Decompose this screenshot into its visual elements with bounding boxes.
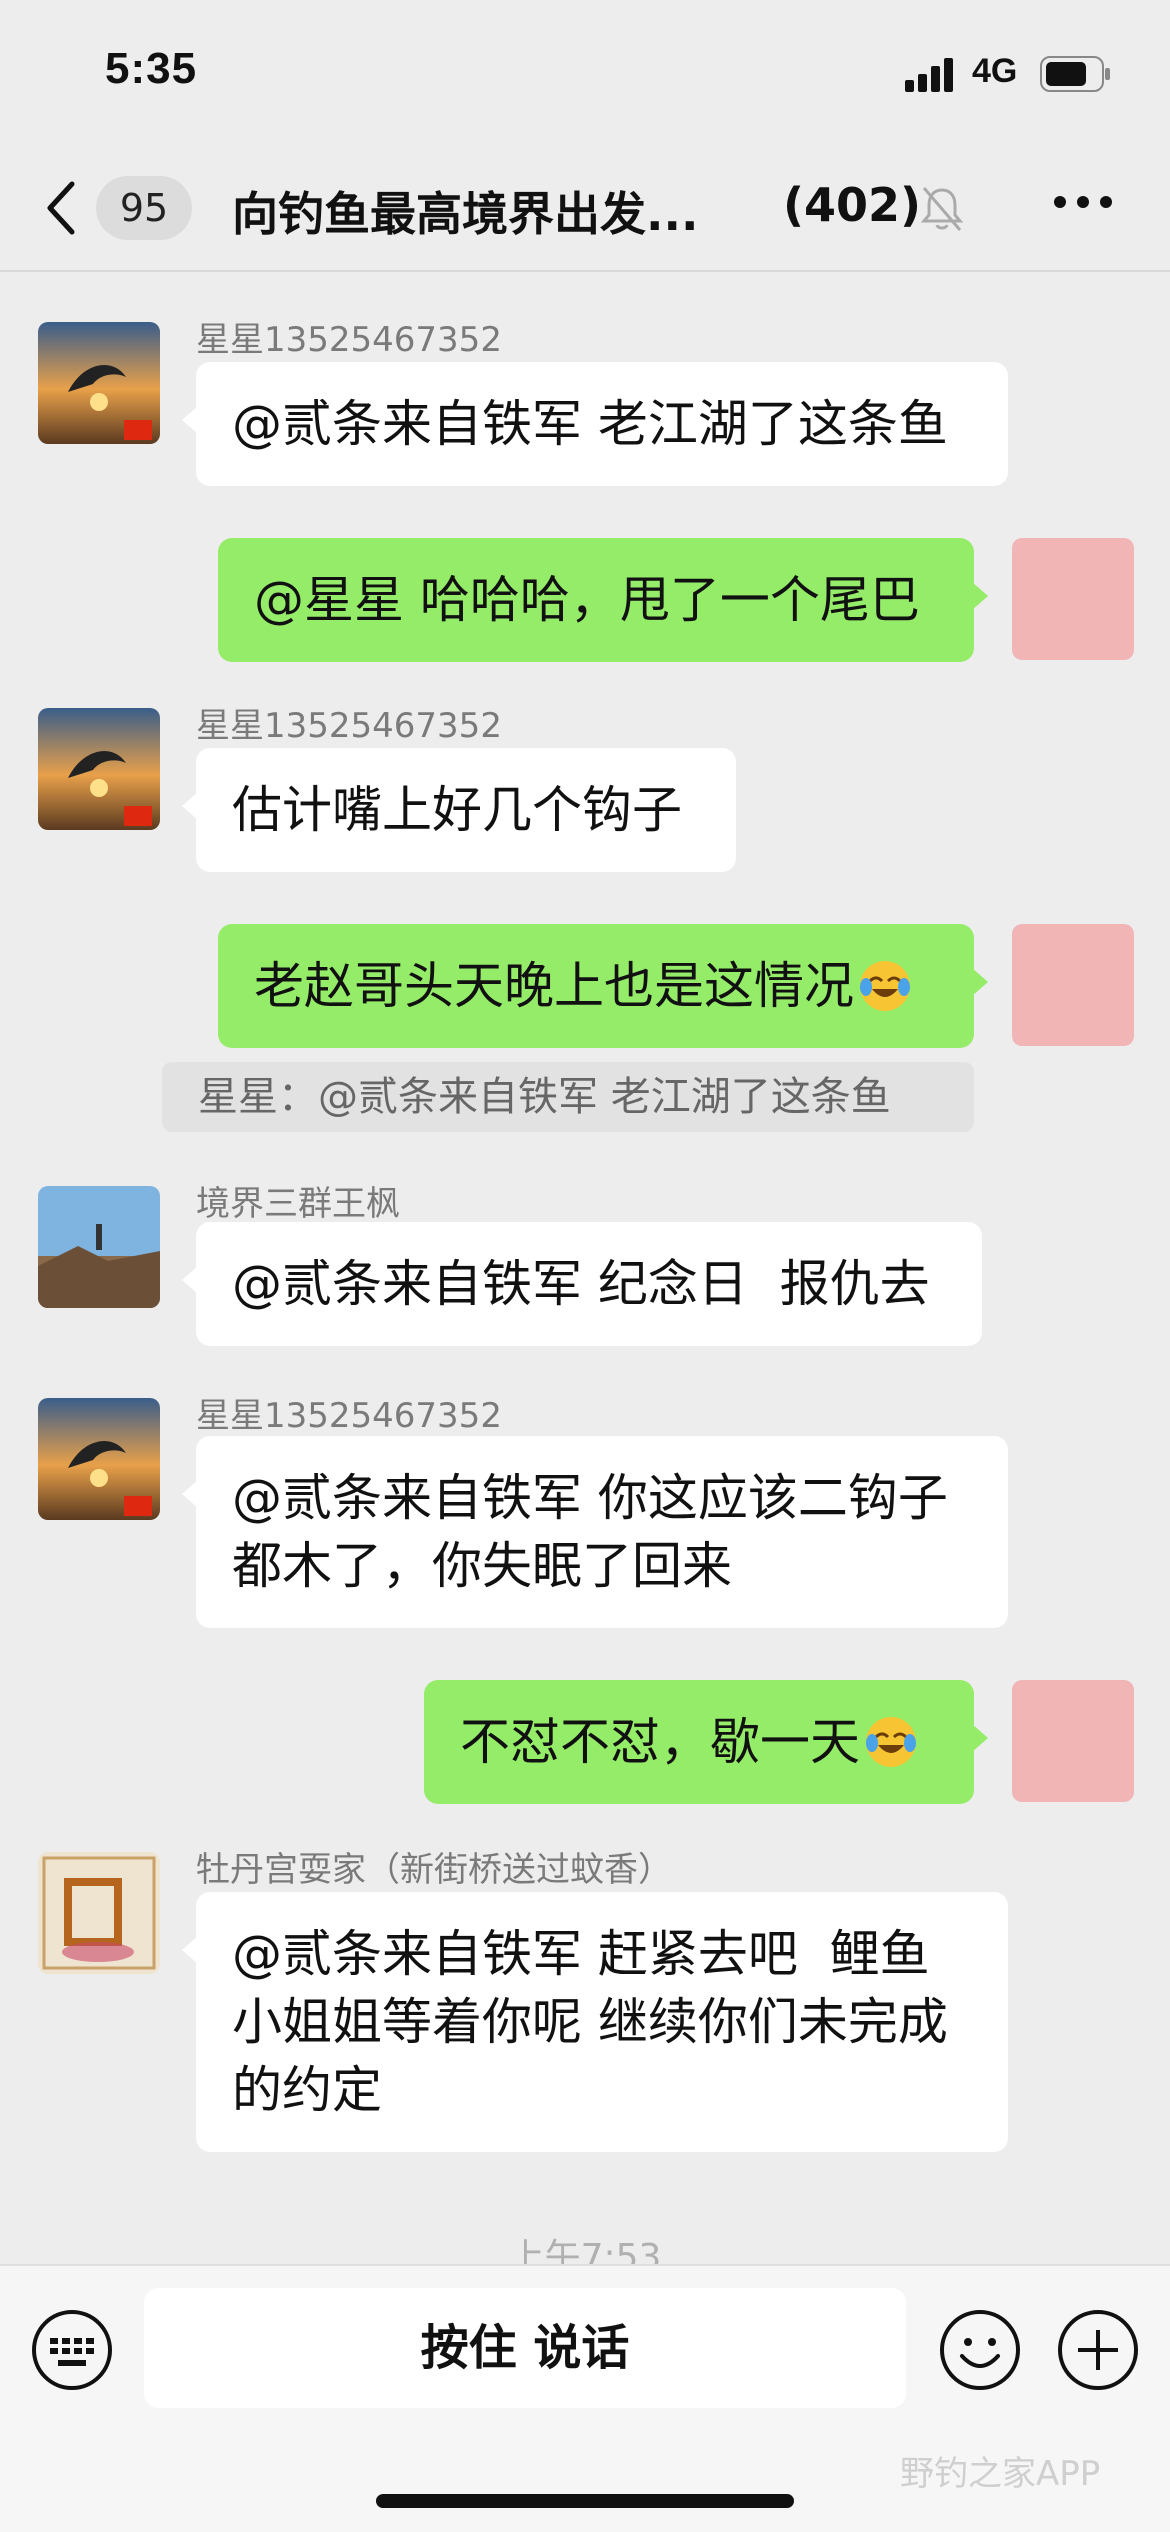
status-time: 5:35 (105, 44, 198, 93)
chat-title: 向钓鱼最高境界出发... (232, 187, 699, 241)
message-bubble-self[interactable]: 不怼不怼，歇一天 (424, 1680, 988, 1804)
sender-name: 牡丹宫耍家（新街桥送过蚊香） (196, 1850, 672, 1890)
sender-name: 境界三群王枫 (196, 1184, 400, 1224)
more-icon[interactable] (1052, 192, 1114, 212)
message-bubble[interactable]: @贰条来自铁军 你这应该二钩子 都木了，你失眠了回来 (182, 1436, 1008, 1628)
sender-name: 星星13525467352 (196, 706, 502, 746)
avatar[interactable] (38, 1398, 160, 1520)
avatar[interactable] (38, 708, 160, 830)
message-bubble[interactable]: @贰条来自铁军 老江湖了这条鱼 (182, 362, 1008, 486)
message-line: @贰条来自铁军 你这应该二钩子 (232, 1469, 948, 1527)
hold-to-talk-button[interactable]: 按住 说话 (144, 2288, 906, 2408)
message-bubble[interactable]: @贰条来自铁军 纪念日 报仇去 (182, 1222, 982, 1346)
message-text: 不怼不怼，歇一天 (460, 1713, 860, 1771)
message-line: @贰条来自铁军 赶紧去吧 鲤鱼 (232, 1925, 930, 1983)
sender-name: 星星13525467352 (196, 320, 502, 360)
message-bubble-self[interactable]: 老赵哥头天晚上也是这情况 (218, 924, 988, 1048)
add-icon[interactable] (1056, 2308, 1140, 2392)
back-icon[interactable] (40, 176, 84, 240)
unread-badge[interactable]: 95 (96, 176, 192, 240)
keyboard-icon[interactable] (30, 2308, 114, 2392)
watermark: 野钓之家APP (900, 2454, 1101, 2494)
message-text: 老赵哥头天晚上也是这情况 (254, 957, 854, 1015)
self-avatar[interactable] (1012, 924, 1134, 1046)
laughing-crying-emoji-icon (860, 961, 910, 1011)
mute-bell-icon (920, 187, 964, 231)
laughing-crying-emoji-icon (866, 1717, 916, 1767)
sender-name: 星星13525467352 (196, 1396, 502, 1436)
signal-icon (905, 58, 953, 92)
chat-header: 95 向钓鱼最高境界出发... (402) (0, 150, 1170, 272)
self-avatar[interactable] (1012, 538, 1134, 660)
self-avatar[interactable] (1012, 1680, 1134, 1802)
avatar[interactable] (38, 1852, 160, 1974)
message-line: 小姐姐等着你呢 继续你们未完成 (232, 1993, 948, 2051)
message-bubble-self[interactable]: @星星 哈哈哈，甩了一个尾巴 (218, 538, 988, 662)
avatar[interactable] (38, 1186, 160, 1308)
status-bar: 5:35 4G (0, 0, 1170, 150)
network-label: 4G (972, 52, 1018, 90)
home-indicator (376, 2494, 794, 2508)
battery-icon (1040, 56, 1110, 92)
message-bubble[interactable]: 估计嘴上好几个钩子 (182, 748, 736, 872)
input-bar: 按住 说话 野钓之家APP (0, 2264, 1170, 2532)
emoji-icon[interactable] (938, 2308, 1022, 2392)
avatar[interactable] (38, 322, 160, 444)
message-line: 的约定 (232, 2061, 382, 2119)
member-count: (402) (783, 178, 922, 232)
message-line: 都木了，你失眠了回来 (232, 1537, 732, 1595)
quoted-message[interactable]: 星星：@贰条来自铁军 老江湖了这条鱼 (162, 1062, 974, 1132)
message-bubble[interactable]: @贰条来自铁军 赶紧去吧 鲤鱼 小姐姐等着你呢 继续你们未完成 的约定 (182, 1892, 1008, 2152)
